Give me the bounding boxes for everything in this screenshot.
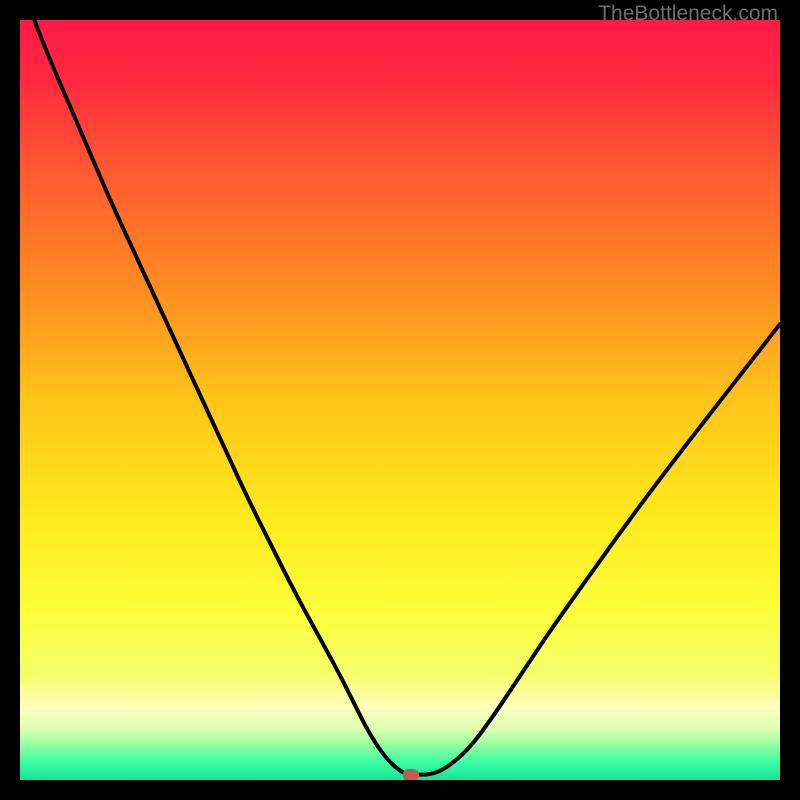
curve-layer [20,20,780,780]
bottleneck-curve [20,20,780,775]
plot-area [20,20,780,780]
chart-canvas: TheBottleneck.com [0,0,800,800]
watermark-text: TheBottleneck.com [598,2,778,26]
optimal-point-marker [403,769,419,780]
